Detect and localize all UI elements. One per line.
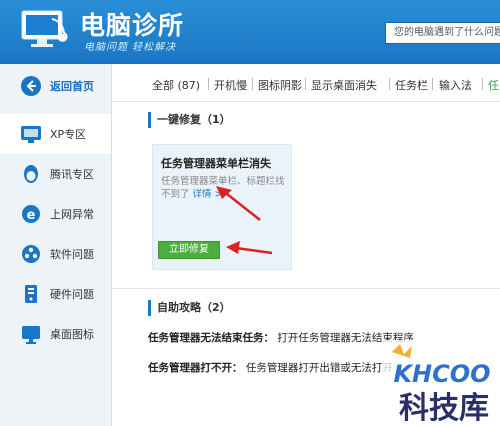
ie-icon: e: [20, 203, 42, 225]
section-divider: [112, 288, 500, 289]
fix-card-title: 任务管理器菜单栏消失: [161, 157, 271, 170]
sidebar-item-desktop[interactable]: 桌面图标: [0, 314, 111, 354]
tab-taskbar[interactable]: 任务栏: [395, 77, 428, 93]
svg-text:KHCOO: KHCOO: [393, 360, 490, 388]
tab-separator: [305, 78, 306, 90]
sidebar-item-network[interactable]: e 上网异常: [0, 194, 111, 234]
tab-all[interactable]: 全部 (87): [152, 77, 200, 93]
sidebar-item-label: 硬件问题: [50, 288, 94, 301]
guide-item-desc: 任务管理器打开出错或无法打开: [245, 362, 393, 374]
software-icon: [20, 243, 42, 265]
guide-item[interactable]: 任务管理器打不开： 任务管理器打开出错或无法打开: [148, 360, 393, 375]
search-input[interactable]: 您的电脑遇到了什么问题: [385, 22, 500, 44]
hardware-icon: [20, 283, 42, 305]
red-arrow-icon: [216, 186, 261, 221]
sidebar-item-hardware[interactable]: 硬件问题: [0, 274, 111, 314]
tab-separator: [482, 78, 483, 90]
sidebar-item-tencent[interactable]: 腾讯专区: [0, 154, 111, 194]
tab-separator: [252, 78, 253, 90]
sidebar: 返回首页 XP专区 腾讯专区 e 上网异常 软件问题 硬件问题 桌面图标: [0, 64, 112, 426]
sidebar-item-label: 软件问题: [50, 248, 94, 261]
guide-item-title: 任务管理器打不开：: [148, 362, 243, 374]
desktop-icon: [20, 323, 42, 345]
watermark-logo: KHCOO 科技库: [382, 340, 500, 426]
sidebar-item-label: 腾讯专区: [50, 168, 94, 181]
qq-icon: [20, 163, 42, 185]
app-title: 电脑诊所: [80, 11, 185, 40]
category-tabs: 全部 (87) 开机慢 图标阴影 显示桌面消失 任务栏 输入法 任: [112, 64, 500, 102]
xp-icon: [20, 123, 42, 145]
tab-separator: [208, 78, 209, 90]
fix-now-button[interactable]: 立即修复: [158, 241, 220, 259]
self-help-heading: 自助攻略（2）: [148, 300, 231, 316]
guide-item[interactable]: 任务管理器无法结束任务： 打开任务管理器无法结束程序: [148, 330, 414, 345]
svg-text:e: e: [27, 208, 36, 223]
guide-item-title: 任务管理器无法结束任务：: [148, 332, 274, 344]
one-click-fix-heading: 一键修复（1）: [148, 112, 231, 128]
app-logo-icon: [20, 7, 70, 51]
title-bar: 电脑诊所 电脑问题 轻松解决 您的电脑遇到了什么问题: [0, 0, 500, 64]
tab-show-desktop[interactable]: 显示桌面消失: [311, 77, 377, 93]
sidebar-item-label: 桌面图标: [50, 328, 94, 341]
red-arrow-icon: [226, 241, 273, 255]
tab-input-method[interactable]: 输入法: [439, 77, 472, 93]
tab-separator: [432, 78, 433, 90]
sidebar-item-label: 返回首页: [50, 80, 94, 93]
svg-text:科技库: 科技库: [399, 391, 489, 426]
tab-icon-shadow[interactable]: 图标阴影: [258, 77, 302, 93]
tab-slow-boot[interactable]: 开机慢: [214, 77, 247, 93]
back-arrow-icon: [20, 75, 42, 97]
tab-task-manager[interactable]: 任: [488, 77, 499, 93]
sidebar-item-home[interactable]: 返回首页: [0, 66, 111, 106]
tab-separator: [389, 78, 390, 90]
app-subtitle: 电脑问题 轻松解决: [84, 42, 177, 53]
sidebar-item-label: XP专区: [50, 128, 87, 141]
sidebar-item-xp[interactable]: XP专区: [0, 114, 111, 154]
sidebar-item-software[interactable]: 软件问题: [0, 234, 111, 274]
sidebar-item-label: 上网异常: [50, 208, 94, 221]
